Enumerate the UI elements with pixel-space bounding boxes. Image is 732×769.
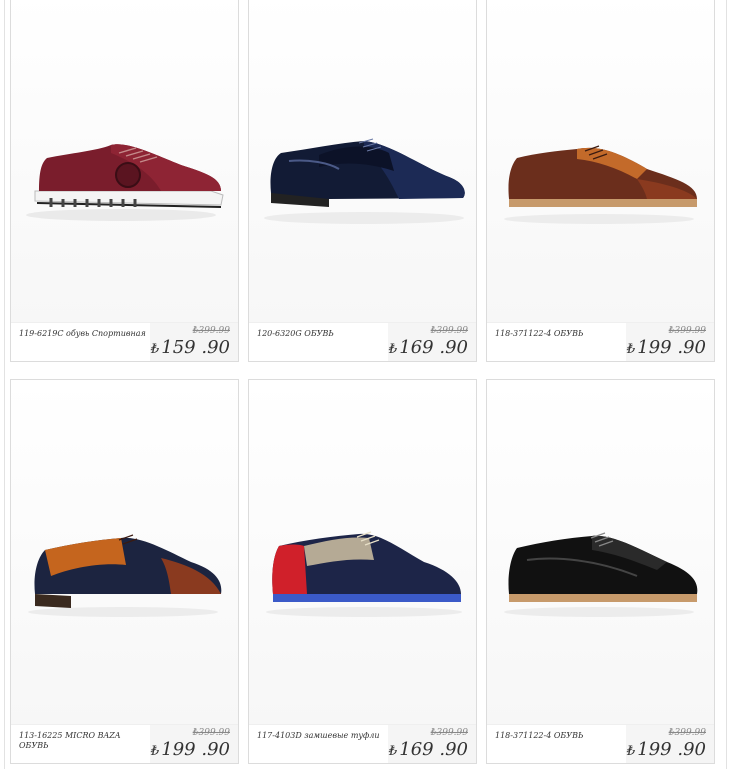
product-info: 117-4103D замшевые туфли ₺399.99 ₺ 169 .9…: [249, 724, 476, 763]
old-price: ₺399.99: [668, 728, 706, 738]
current-price: ₺ 199 .90: [151, 739, 230, 760]
product-name[interactable]: 118-371122-4 ОБУВЬ: [495, 329, 625, 339]
product-image[interactable]: [487, 0, 714, 323]
old-price: ₺399.99: [668, 326, 706, 336]
price-value: 169 .90: [399, 739, 468, 760]
price-box: ₺399.99 ₺ 199 .90: [626, 323, 714, 361]
product-image[interactable]: [11, 0, 238, 323]
currency-symbol: ₺: [389, 342, 398, 357]
product-name[interactable]: 119-6219C обувь Спортивная: [19, 329, 149, 339]
current-price: ₺ 169 .90: [389, 739, 468, 760]
price-box: ₺399.99 ₺ 199 .90: [150, 725, 238, 763]
current-price: ₺ 199 .90: [627, 739, 706, 760]
currency-symbol: ₺: [627, 342, 636, 357]
product-card[interactable]: 120-6320G ОБУВЬ ₺399.99 ₺ 169 .90: [248, 0, 477, 362]
product-card[interactable]: 113-16225 MICRO BAZA ОБУВЬ ₺399.99 ₺ 199 …: [10, 379, 239, 764]
product-info: 113-16225 MICRO BAZA ОБУВЬ ₺399.99 ₺ 199 …: [11, 724, 238, 763]
price-box: ₺399.99 ₺ 199 .90: [626, 725, 714, 763]
product-card[interactable]: 119-6219C обувь Спортивная ₺399.99 ₺ 159 …: [10, 0, 239, 362]
product-info: 120-6320G ОБУВЬ ₺399.99 ₺ 169 .90: [249, 322, 476, 361]
product-name[interactable]: 118-371122-4 ОБУВЬ: [495, 731, 625, 741]
current-price: ₺ 159 .90: [151, 337, 230, 358]
left-divider: [4, 0, 5, 769]
product-image[interactable]: [11, 380, 238, 725]
currency-symbol: ₺: [627, 744, 636, 759]
old-price: ₺399.99: [430, 326, 468, 336]
product-info: 118-371122-4 ОБУВЬ ₺399.99 ₺ 199 .90: [487, 724, 714, 763]
price-value: 199 .90: [637, 337, 706, 358]
price-box: ₺399.99 ₺ 159 .90: [150, 323, 238, 361]
current-price: ₺ 169 .90: [389, 337, 468, 358]
product-card[interactable]: 118-371122-4 ОБУВЬ ₺399.99 ₺ 199 .90: [486, 379, 715, 764]
product-name[interactable]: 120-6320G ОБУВЬ: [257, 329, 387, 339]
right-divider: [726, 0, 727, 769]
product-info: 119-6219C обувь Спортивная ₺399.99 ₺ 159 …: [11, 322, 238, 361]
product-image[interactable]: [249, 0, 476, 323]
product-info: 118-371122-4 ОБУВЬ ₺399.99 ₺ 199 .90: [487, 322, 714, 361]
currency-symbol: ₺: [389, 744, 398, 759]
old-price: ₺399.99: [192, 326, 230, 336]
product-image[interactable]: [487, 380, 714, 725]
currency-symbol: ₺: [151, 744, 160, 759]
product-card[interactable]: 117-4103D замшевые туфли ₺399.99 ₺ 169 .9…: [248, 379, 477, 764]
current-price: ₺ 199 .90: [627, 337, 706, 358]
price-box: ₺399.99 ₺ 169 .90: [388, 323, 476, 361]
product-card[interactable]: 118-371122-4 ОБУВЬ ₺399.99 ₺ 199 .90: [486, 0, 715, 362]
price-value: 199 .90: [161, 739, 230, 760]
price-value: 169 .90: [399, 337, 468, 358]
product-name[interactable]: 117-4103D замшевые туфли: [257, 731, 387, 741]
old-price: ₺399.99: [430, 728, 468, 738]
price-value: 199 .90: [637, 739, 706, 760]
product-image[interactable]: [249, 380, 476, 725]
price-value: 159 .90: [161, 337, 230, 358]
currency-symbol: ₺: [151, 342, 160, 357]
product-name[interactable]: 113-16225 MICRO BAZA ОБУВЬ: [19, 731, 149, 751]
old-price: ₺399.99: [192, 728, 230, 738]
price-box: ₺399.99 ₺ 169 .90: [388, 725, 476, 763]
